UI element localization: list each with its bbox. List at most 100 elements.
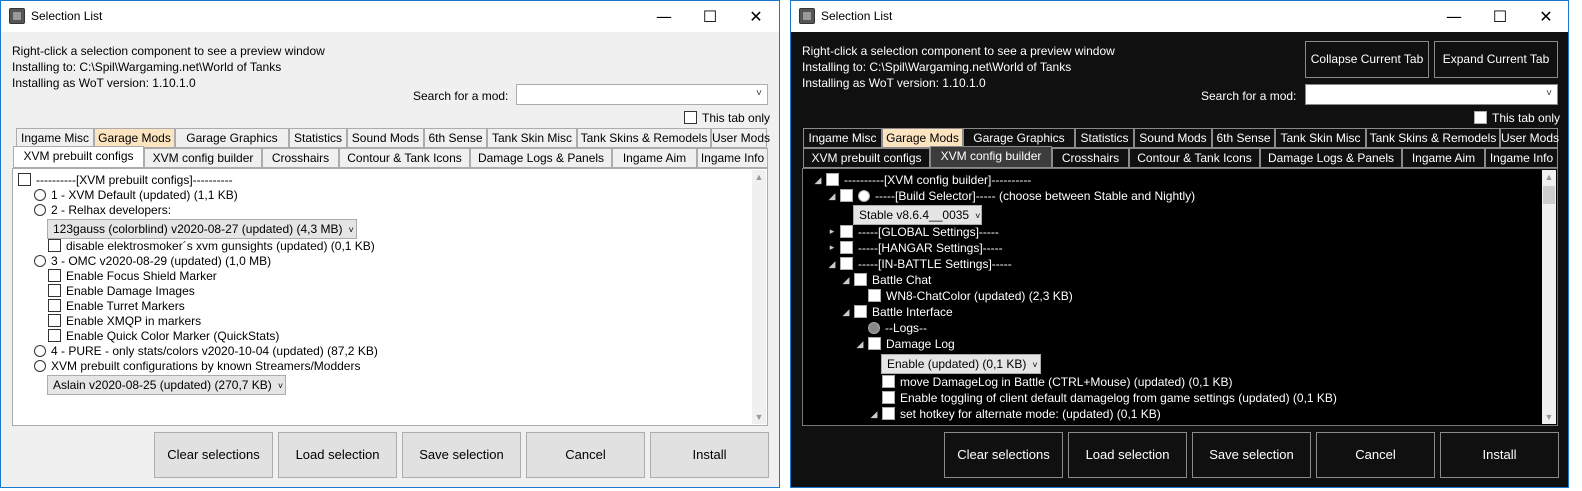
checkbox[interactable]: [840, 189, 853, 202]
tab-xvm-prebuilt-configs[interactable]: XVM prebuilt configs: [803, 148, 930, 168]
option-streamer-configs[interactable]: XVM prebuilt configurations by known Str…: [34, 359, 360, 374]
tab-6th-sense[interactable]: 6th Sense: [1212, 128, 1275, 148]
relhax-config-dropdown[interactable]: 123gauss (colorblind) v2020-08-27 (updat…: [47, 219, 357, 239]
collapse-arrow-icon[interactable]: ◢: [841, 275, 851, 286]
tab-ingame-info[interactable]: Ingame Info: [697, 148, 768, 168]
collapse-arrow-icon[interactable]: ◢: [841, 307, 851, 318]
collapse-arrow-icon[interactable]: ◢: [855, 339, 865, 350]
tab-user-mods[interactable]: User Mods: [711, 128, 770, 148]
checkbox[interactable]: [840, 257, 853, 270]
chevron-down-icon[interactable]: ˅: [756, 88, 762, 99]
tab-garage-mods[interactable]: Garage Mods: [882, 128, 963, 148]
clear-selections-button[interactable]: Clear selections: [944, 432, 1063, 478]
tab-crosshairs[interactable]: Crosshairs: [262, 148, 339, 168]
collapse-arrow-icon[interactable]: ◢: [827, 191, 837, 202]
option-relhax-developers[interactable]: 2 - Relhax developers:: [34, 203, 171, 218]
tree-scrollbar[interactable]: ▲ ▼: [752, 170, 766, 424]
checkbox[interactable]: [48, 299, 61, 312]
scroll-up-icon[interactable]: ▲: [752, 172, 766, 182]
toggle-client-damagelog-row[interactable]: Enable toggling of client default damage…: [882, 391, 1337, 406]
checkbox[interactable]: [48, 269, 61, 282]
wn8-chatcolor-row[interactable]: WN8-ChatColor (updated) (2,3 KB): [868, 289, 1073, 304]
expand-arrow-icon[interactable]: ▸: [827, 226, 837, 237]
checkbox[interactable]: [854, 305, 867, 318]
tab-sound-mods[interactable]: Sound Mods: [347, 128, 424, 148]
mod-tree-panel[interactable]: ----------[XVM prebuilt configs]--------…: [12, 168, 768, 426]
chevron-down-icon[interactable]: ˅: [1546, 88, 1552, 99]
global-settings-row[interactable]: -----[GLOBAL Settings]-----: [840, 225, 999, 240]
expand-current-tab-button[interactable]: Expand Current Tab: [1434, 41, 1558, 78]
battle-chat-row[interactable]: Battle Chat: [854, 273, 931, 288]
option-turret-markers[interactable]: Enable Turret Markers: [48, 299, 185, 314]
checkbox[interactable]: [48, 284, 61, 297]
option-xvm-default[interactable]: 1 - XVM Default (updated) (1,1 KB): [34, 188, 238, 203]
radio-button[interactable]: [34, 255, 46, 267]
maximize-button[interactable]: ☐: [687, 1, 733, 32]
tab-tank-skin-misc[interactable]: Tank Skin Misc: [487, 128, 577, 148]
tab-ingame-aim[interactable]: Ingame Aim: [612, 148, 697, 168]
build-version-dropdown[interactable]: Stable v8.6.4__0035 ˅: [853, 205, 982, 225]
checkbox-box[interactable]: [1474, 111, 1487, 124]
checkbox[interactable]: [868, 337, 881, 350]
collapse-arrow-icon[interactable]: ◢: [827, 259, 837, 270]
in-battle-settings-row[interactable]: -----[IN-BATTLE Settings]-----: [840, 257, 1012, 272]
tab-contour-tank-icons[interactable]: Contour & Tank Icons: [339, 148, 470, 168]
checkbox[interactable]: [882, 391, 895, 404]
tab-user-mods[interactable]: User Mods: [1500, 128, 1559, 148]
tree-scrollbar[interactable]: ▲ ▼: [1542, 170, 1556, 424]
scroll-down-icon[interactable]: ▼: [1542, 412, 1556, 422]
scroll-up-icon[interactable]: ▲: [1542, 172, 1556, 182]
tab-tank-skins-remodels[interactable]: Tank Skins & Remodels: [577, 128, 711, 148]
tab-damage-logs-panels[interactable]: Damage Logs & Panels: [470, 148, 612, 168]
scroll-thumb[interactable]: [1543, 186, 1555, 204]
tab-tank-skin-misc[interactable]: Tank Skin Misc: [1275, 128, 1366, 148]
streamer-config-dropdown[interactable]: Aslain v2020-08-25 (updated) (270,7 KB) ˅: [47, 375, 286, 395]
tree-header-row[interactable]: ----------[XVM prebuilt configs]--------…: [18, 173, 233, 188]
option-damage-images[interactable]: Enable Damage Images: [48, 284, 195, 299]
checkbox[interactable]: [48, 239, 61, 252]
checkbox[interactable]: [826, 173, 839, 186]
tab-ingame-info[interactable]: Ingame Info: [1485, 148, 1558, 168]
collapse-arrow-icon[interactable]: ◢: [869, 409, 879, 420]
radio-button[interactable]: [34, 360, 46, 372]
checkbox-box[interactable]: [684, 111, 697, 124]
load-selection-button[interactable]: Load selection: [278, 432, 397, 478]
tab-garage-graphics[interactable]: Garage Graphics: [175, 128, 289, 148]
tab-only-checkbox[interactable]: This tab only: [684, 111, 770, 125]
move-damagelog-row[interactable]: move DamageLog in Battle (CTRL+Mouse) (u…: [882, 375, 1233, 390]
tab-garage-graphics[interactable]: Garage Graphics: [963, 128, 1075, 148]
tab-xvm-prebuilt-configs[interactable]: XVM prebuilt configs: [13, 146, 144, 168]
tab-ingame-misc[interactable]: Ingame Misc: [803, 128, 882, 148]
checkbox[interactable]: [840, 225, 853, 238]
maximize-button[interactable]: ☐: [1477, 1, 1523, 32]
checkbox[interactable]: [48, 329, 61, 342]
checkbox[interactable]: [882, 407, 895, 420]
tab-statistics[interactable]: Statistics: [1075, 128, 1134, 148]
tab-xvm-config-builder[interactable]: XVM config builder: [930, 146, 1052, 168]
collapse-arrow-icon[interactable]: ◢: [813, 175, 823, 186]
checkbox[interactable]: [854, 273, 867, 286]
checkbox[interactable]: [840, 241, 853, 254]
checkbox[interactable]: [18, 173, 31, 186]
hangar-settings-row[interactable]: -----[HANGAR Settings]-----: [840, 241, 1003, 256]
minimize-button[interactable]: —: [1431, 1, 1477, 32]
tree-header-row[interactable]: ----------[XVM config builder]----------: [824, 172, 1033, 189]
collapse-current-tab-button[interactable]: Collapse Current Tab: [1305, 41, 1429, 78]
tab-ingame-aim[interactable]: Ingame Aim: [1402, 148, 1485, 168]
logs-row[interactable]: --Logs--: [868, 321, 927, 336]
minimize-button[interactable]: —: [641, 1, 687, 32]
radio-button[interactable]: [34, 345, 46, 357]
tab-sound-mods[interactable]: Sound Mods: [1134, 128, 1212, 148]
option-disable-gunsights[interactable]: disable elektrosmoker´s xvm gunsights (u…: [48, 239, 375, 254]
alternate-hotkey-row[interactable]: set hotkey for alternate mode: (updated)…: [882, 407, 1161, 422]
tab-only-checkbox[interactable]: This tab only: [1474, 111, 1560, 125]
option-quick-color-marker[interactable]: Enable Quick Color Marker (QuickStats): [48, 329, 279, 344]
build-selector-row[interactable]: -----[Build Selector]----- (choose betwe…: [840, 189, 1195, 204]
close-button[interactable]: ✕: [733, 1, 779, 32]
scroll-down-icon[interactable]: ▼: [752, 412, 766, 422]
expand-arrow-icon[interactable]: ▸: [827, 242, 837, 253]
damage-log-row[interactable]: Damage Log: [868, 337, 955, 352]
tab-crosshairs[interactable]: Crosshairs: [1052, 148, 1129, 168]
clear-selections-button[interactable]: Clear selections: [154, 432, 273, 478]
radio-button[interactable]: [868, 322, 880, 334]
